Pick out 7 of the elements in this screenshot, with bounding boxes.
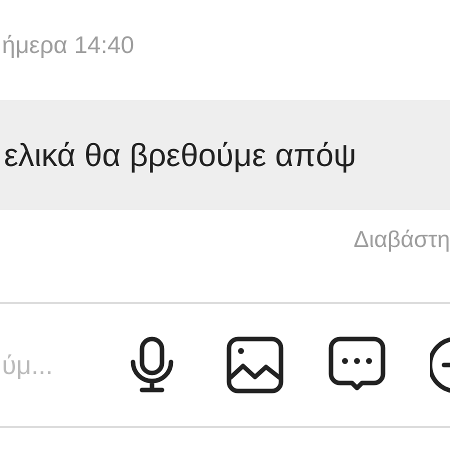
minus-circle-icon[interactable]	[430, 336, 450, 394]
microphone-icon[interactable]	[130, 336, 174, 394]
timestamp: ήμερα 14:40	[1, 32, 134, 59]
message-input[interactable]: ύμ...	[0, 346, 110, 384]
image-icon[interactable]	[226, 336, 284, 394]
read-status: Διαβάστη	[354, 225, 450, 254]
message-text: ελικά θα βρεθούμε απόψ	[3, 136, 356, 175]
